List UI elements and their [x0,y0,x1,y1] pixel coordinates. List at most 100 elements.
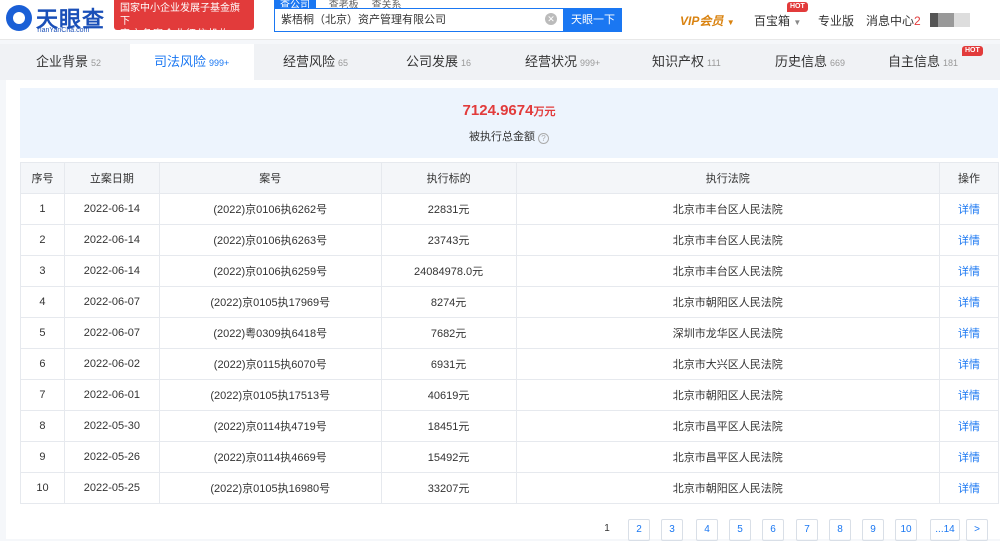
col-header-action: 操作 [939,162,999,194]
details-link[interactable]: 详情 [939,255,999,287]
col-header-court: 执行法院 [515,162,941,194]
table-row: 2 2022-06-14 (2022)京0106执6263号 23743元 北京市丰台区… [20,224,999,256]
banner-line-1: 国家中小企业发展子基金旗下 [120,3,240,27]
table-row: 5 2022-06-07 (2022)粤0309执6418号 7682元 深圳市龙华区人… [20,317,999,349]
logo[interactable]: 天眼查 TianYanCha.com [6,2,112,36]
avatar[interactable] [930,13,970,27]
page-button[interactable]: 7 [796,519,818,541]
col-header-case-no: 案号 [158,162,382,194]
cell-case-no: (2022)京0106执6259号 [158,255,382,287]
hot-badge: HOT [962,46,983,56]
cell-amount: 15492元 [380,441,517,473]
cell-court: 北京市朝阳区人民法院 [515,472,941,504]
cell-date: 2022-05-30 [63,410,160,442]
baibaoxiang-label: 百宝箱 [754,14,791,28]
page-button[interactable]: 6 [762,519,784,541]
details-link[interactable]: 详情 [939,348,999,380]
table-row: 1 2022-06-14 (2022)京0106执6262号 22831元 北京市丰台区… [20,193,999,225]
cell-index: 8 [20,410,65,442]
cell-index: 7 [20,379,65,411]
cell-case-no: (2022)京0114执4719号 [158,410,382,442]
cell-date: 2022-05-25 [63,472,160,504]
tab-judicial-risk[interactable]: 司法风险 999+ [130,44,254,80]
search-input[interactable]: 紫梧桐（北京）资产管理有限公司 [274,8,564,32]
amount-label: 被执行总金额 [469,131,535,143]
clear-icon[interactable]: ✕ [545,13,557,25]
page-button[interactable]: 9 [862,519,884,541]
tab-self-info[interactable]: 自主信息 181 [888,44,958,80]
cell-date: 2022-05-26 [63,441,160,473]
cell-case-no: (2022)京0106执6262号 [158,193,382,225]
tab-company-background[interactable]: 企业背景 52 [36,44,101,80]
help-icon[interactable]: ? [538,133,549,144]
tab-history[interactable]: 历史信息 669 [775,44,845,80]
details-link[interactable]: 详情 [939,441,999,473]
col-header-amount: 执行标的 [380,162,517,194]
main-content: 7124.9674万元 被执行总金额? 序号 立案日期 案号 执行标的 执行法院… [6,80,1000,541]
page-button[interactable]: 8 [829,519,851,541]
cell-court: 北京市大兴区人民法院 [515,348,941,380]
page-button[interactable]: 3 [661,519,683,541]
cell-index: 10 [20,472,65,504]
cell-case-no: (2022)粤0309执6418号 [158,317,382,349]
details-link[interactable]: 详情 [939,317,999,349]
details-link[interactable]: 详情 [939,224,999,256]
cell-case-no: (2022)京0105执17513号 [158,379,382,411]
details-link[interactable]: 详情 [939,410,999,442]
caret-down-icon: ▼ [726,18,735,27]
tab-label: 经营状况 [525,54,578,69]
cell-case-no: (2022)京0114执4669号 [158,441,382,473]
message-center-label: 消息中心 [866,14,915,28]
tab-label: 知识产权 [652,54,705,69]
vip-member-link[interactable]: VIP会员 ▼ [680,12,735,29]
search-button[interactable]: 天眼一下 [564,8,622,32]
cell-index: 5 [20,317,65,349]
page-button[interactable]: 10 [895,519,917,541]
tab-count: 16 [461,58,472,68]
cell-amount: 24084978.0元 [380,255,517,287]
details-link[interactable]: 详情 [939,472,999,504]
vip-label: VIP会员 [680,14,724,28]
cell-court: 北京市昌平区人民法院 [515,410,941,442]
page-button[interactable]: 5 [729,519,751,541]
tab-label: 司法风险 [154,54,207,69]
cell-court: 北京市昌平区人民法院 [515,441,941,473]
pro-version-link[interactable]: 专业版 [818,12,854,29]
cell-court: 北京市丰台区人民法院 [515,224,941,256]
page-button[interactable]: 1 [596,519,618,541]
amount-value: 7124.9674 [462,102,534,119]
next-page-button[interactable]: > [966,519,988,541]
cell-amount: 22831元 [380,193,517,225]
tab-company-development[interactable]: 公司发展 16 [406,44,471,80]
col-header-index: 序号 [20,162,65,194]
page-button[interactable]: 2 [628,519,650,541]
cell-court: 北京市丰台区人民法院 [515,255,941,287]
hot-badge: HOT [787,2,808,12]
table-row: 7 2022-06-01 (2022)京0105执17513号 40619元 北京市朝阳… [20,379,999,411]
cell-case-no: (2022)京0105执17969号 [158,286,382,318]
total-amount-label: 被执行总金额? [20,128,998,144]
cell-case-no: (2022)京0106执6263号 [158,224,382,256]
tab-count: 111 [707,58,721,68]
cell-court: 深圳市龙华区人民法院 [515,317,941,349]
page-button[interactable]: 4 [696,519,718,541]
tab-label: 经营风险 [283,54,336,69]
cell-index: 4 [20,286,65,318]
details-link[interactable]: 详情 [939,193,999,225]
details-link[interactable]: 详情 [939,379,999,411]
details-link[interactable]: 详情 [939,286,999,318]
tab-operating-risk[interactable]: 经营风险 65 [283,44,348,80]
execution-table: 序号 立案日期 案号 执行标的 执行法院 操作 1 2022-06-14 (2022… [20,162,999,504]
page-button[interactable]: ...14 [930,519,960,541]
execution-summary: 7124.9674万元 被执行总金额? [20,88,998,158]
banner-line-2: 官方备案企业征信机构 [120,29,230,40]
tab-operating-status[interactable]: 经营状况 999+ [525,44,600,80]
tab-count: 999+ [580,58,601,68]
message-center-link[interactable]: 消息中心2 [866,12,921,29]
baibaoxiang-link[interactable]: 百宝箱 ▼ [754,12,801,29]
tab-intellectual-property[interactable]: 知识产权 111 [652,44,721,80]
table-header-row: 序号 立案日期 案号 执行标的 执行法院 操作 [20,162,999,194]
tab-label: 历史信息 [775,54,828,69]
cell-amount: 8274元 [380,286,517,318]
tab-label: 公司发展 [406,54,459,69]
